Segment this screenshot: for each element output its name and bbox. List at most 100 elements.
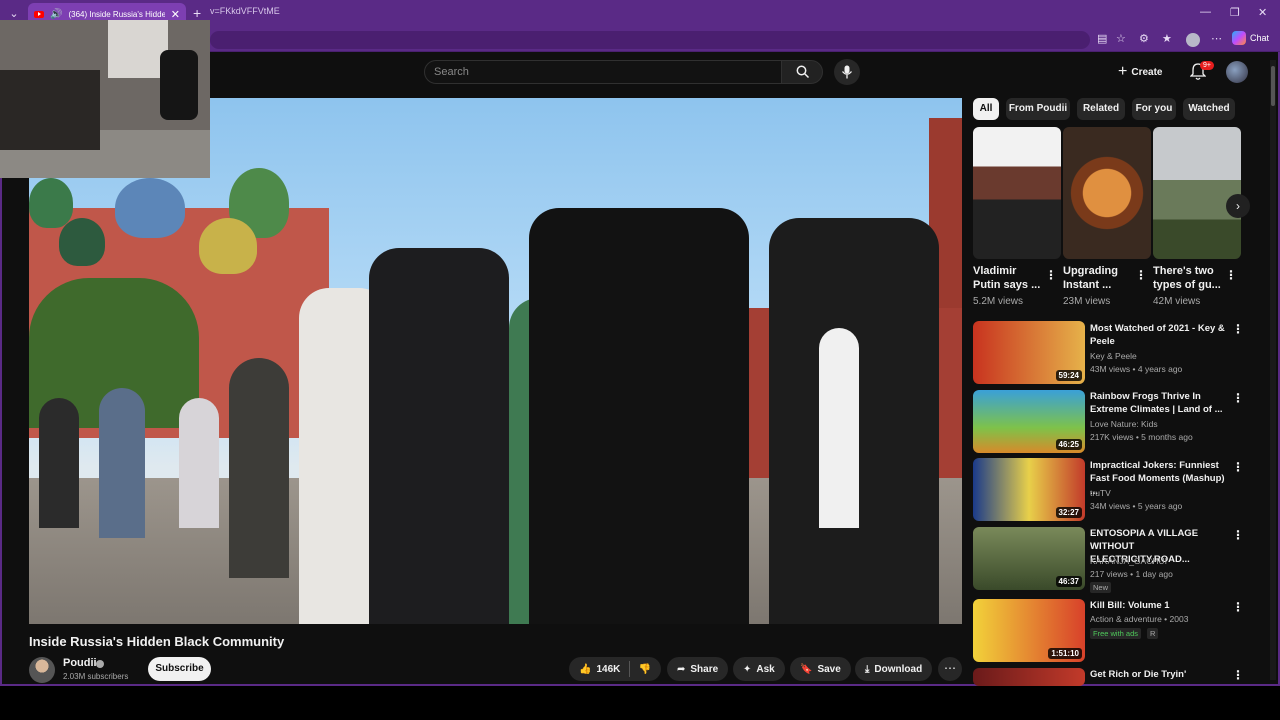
rec-title[interactable]: Kill Bill: Volume 1 [1090,599,1228,612]
webcam-chair [160,50,198,120]
new-tab-icon[interactable]: + [193,5,201,21]
verified-icon [96,660,104,668]
dislike-button[interactable]: 👎 [639,664,651,675]
video-frame-person [99,388,145,538]
save-button[interactable]: 🔖 Save [790,657,851,681]
url-input[interactable] [210,31,1090,49]
short-thumbnail-2[interactable] [1063,127,1151,259]
restore-icon[interactable]: ❐ [1230,6,1240,19]
rec-menu-icon[interactable]: ⋮ [1232,322,1244,336]
rec-channel[interactable]: Key & Peele [1090,351,1137,361]
short-menu-icon[interactable]: ⋮ [1045,268,1057,282]
rec-menu-icon[interactable]: ⋮ [1232,600,1244,614]
favorite-star-icon[interactable]: ☆ [1116,32,1126,45]
microphone-icon [841,65,853,79]
rec-title[interactable]: Most Watched of 2021 - Key & Peele [1090,322,1228,348]
rec-thumbnail[interactable] [973,668,1085,686]
page-scrollbar[interactable] [1270,60,1276,680]
download-icon: ⤓ [865,663,870,675]
copilot-icon [1232,31,1246,45]
rec-thumbnail[interactable]: 1:51:10 [973,599,1085,662]
scrollbar-thumb[interactable] [1271,66,1275,106]
video-frame-person [529,208,749,624]
video-frame-person [179,398,219,528]
chip-watched[interactable]: Watched [1183,98,1235,120]
speaker-icon[interactable]: 🔊 [50,9,62,20]
search-input[interactable] [424,60,782,84]
chip-for-you[interactable]: For you [1132,98,1176,120]
rec-title[interactable]: Rainbow Frogs Thrive In Extreme Climates… [1090,390,1228,416]
video-frame-person [39,398,79,528]
webcam-overlay [0,20,210,178]
chip-from-poudii[interactable]: From Poudii [1006,98,1070,120]
short-views-1: 5.2M views [973,296,1024,307]
subscribe-button[interactable]: Subscribe [148,657,211,681]
rec-title[interactable]: Get Rich or Die Tryin' [1090,668,1228,681]
profile-avatar[interactable] [1186,33,1200,47]
rec-channel[interactable]: Love Nature: Kids [1090,419,1158,429]
video-duration: 46:37 [1055,576,1082,587]
video-duration: 1:51:10 [1048,648,1082,659]
new-badge: New [1090,582,1112,593]
sparkle-icon: ✦ [743,663,752,675]
short-title-3[interactable]: There's two types of gu... [1153,264,1223,292]
favorites-icon[interactable]: ★ [1162,32,1172,45]
like-button[interactable]: 👍 146K [579,664,620,675]
short-thumbnail-1[interactable] [973,127,1061,259]
search-placeholder: Search [434,66,469,78]
chip-all[interactable]: All [973,98,999,120]
account-avatar[interactable] [1226,61,1248,83]
shorts-next-icon[interactable]: › [1226,194,1250,218]
voice-search-button[interactable] [834,59,860,85]
save-label: Save [817,663,841,675]
create-button[interactable]: + Create [1118,61,1162,83]
ask-button[interactable]: ✦ Ask [733,657,785,681]
short-title-1[interactable]: Vladimir Putin says ... [973,264,1043,292]
download-button[interactable]: ⤓ Download [855,657,933,681]
search-button[interactable] [781,60,823,84]
webcam-bed [0,70,100,150]
subscriber-count: 2.03M subscribers [63,672,129,681]
notification-count-badge: 9+ [1200,61,1214,70]
rec-menu-icon[interactable]: ⋮ [1232,668,1244,682]
video-frame-dome [199,218,257,274]
video-frame-person [229,358,289,578]
extensions-icon[interactable]: ⚙ [1139,32,1149,45]
bookmark-icon: 🔖 [800,663,813,675]
rec-thumbnail[interactable]: 32:27 [973,458,1085,521]
more-actions-icon[interactable]: ⋯ [938,657,962,681]
rec-thumbnail[interactable]: 46:37 [973,527,1085,590]
rec-meta: 217 views • 1 day ago [1090,569,1173,579]
rec-thumbnail[interactable]: 46:25 [973,390,1085,453]
read-mode-icon[interactable]: ▤ [1097,32,1107,45]
rec-meta: 43M views • 4 years ago [1090,364,1183,374]
short-menu-icon[interactable]: ⋮ [1225,268,1237,282]
rec-channel[interactable]: KARANJA_GACHUI [1090,556,1167,566]
video-frame-dome [29,178,73,228]
minimize-icon[interactable]: — [1200,6,1211,18]
rec-meta: 34M views • 5 years ago [1090,501,1183,511]
channel-avatar[interactable] [29,657,55,683]
rec-menu-icon[interactable]: ⋮ [1232,391,1244,405]
youtube-favicon-icon [34,10,44,18]
share-button[interactable]: ➦ Share [667,657,729,681]
close-tab-icon[interactable]: ✕ [171,8,180,21]
more-menu-icon[interactable]: ⋯ [1211,32,1222,45]
close-window-icon[interactable]: ✕ [1258,6,1267,19]
rec-menu-icon[interactable]: ⋮ [1232,460,1244,474]
rec-channel[interactable]: truTV [1090,488,1111,498]
share-icon: ➦ [677,663,686,675]
channel-name[interactable]: Poudii [63,657,97,669]
short-thumbnail-3[interactable] [1153,127,1241,259]
video-frame-dome [59,218,105,266]
short-title-2[interactable]: Upgrading Instant ... [1063,264,1133,292]
download-label: Download [874,663,923,675]
short-menu-icon[interactable]: ⋮ [1135,268,1147,282]
tab-title: (364) Inside Russia's Hidden B [68,9,165,19]
rec-thumbnail[interactable]: 59:24 [973,321,1085,384]
chip-related[interactable]: Related [1077,98,1125,120]
rec-menu-icon[interactable]: ⋮ [1232,528,1244,542]
chat-label: Chat [1250,33,1270,43]
short-views-2: 23M views [1063,296,1111,307]
copilot-chat-button[interactable]: Chat [1232,31,1269,45]
